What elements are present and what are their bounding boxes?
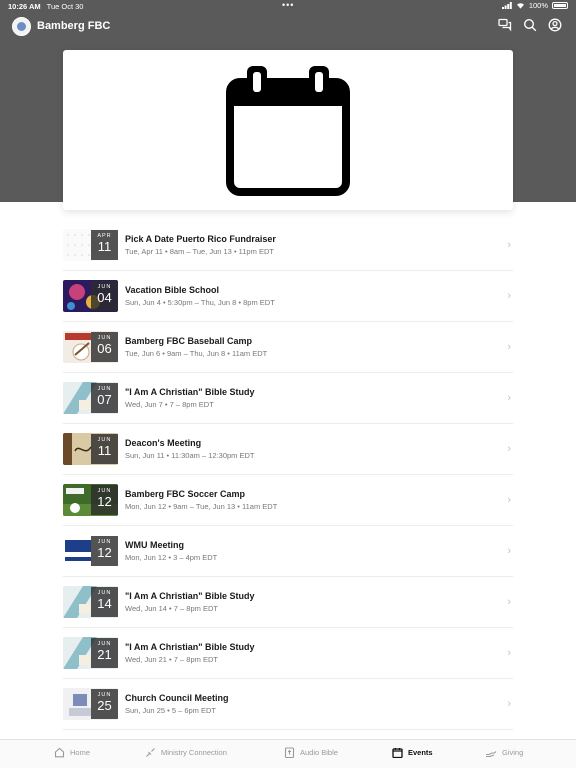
tab-giving[interactable]: Giving — [485, 747, 523, 758]
event-row[interactable]: JUN 21 "I Am A Christian" Bible Study Wed,… — [63, 628, 513, 679]
status-date: Tue Oct 30 — [46, 1, 84, 11]
tab-label: Giving — [502, 748, 524, 757]
tab-label: Events — [408, 748, 433, 757]
signal-icon — [501, 2, 512, 9]
giving-icon — [486, 751, 497, 758]
chat-icon[interactable] — [498, 18, 512, 32]
status-bar: 10:26 AM Tue Oct 30 ••• 100% — [0, 0, 576, 12]
event-row[interactable]: JUN 11 Deacon's Meeting Sun, Jun 11 • 11:3… — [63, 424, 513, 475]
event-title: "I Am A Christian" Bible Study — [125, 591, 255, 601]
tab-events[interactable]: Events — [392, 747, 433, 758]
event-time: Mon, Jun 12 • 9am – Tue, Jun 13 • 11am E… — [125, 502, 278, 511]
event-title: Pick A Date Puerto Rico Fundraiser — [125, 234, 276, 244]
bottom-tab-bar: Home Ministry Connection Audio Bible Eve… — [0, 739, 576, 768]
church-logo[interactable] — [12, 16, 31, 36]
date-badge: JUN 14 — [91, 587, 118, 617]
chevron-right-icon: › — [507, 239, 511, 251]
date-badge: JUN 06 — [91, 332, 118, 362]
top-nav: Bamberg FBC — [0, 14, 576, 38]
wifi-icon — [516, 3, 524, 9]
date-badge: JUN 11 — [91, 434, 118, 464]
app-title: Bamberg FBC — [37, 20, 111, 32]
event-thumbnail: JUN 04 — [63, 280, 118, 312]
event-thumbnail: JUN 25 — [63, 688, 118, 720]
tab-label: Audio Bible — [300, 748, 338, 757]
multitask-dots[interactable]: ••• — [282, 0, 294, 10]
tab-label: Home — [70, 748, 91, 757]
chevron-right-icon: › — [507, 596, 511, 608]
tab-home[interactable]: Home — [54, 747, 90, 758]
event-time: Tue, Jun 6 • 9am – Thu, Jun 8 • 11am EDT — [125, 349, 268, 358]
tab-audio-bible[interactable]: Audio Bible — [284, 747, 338, 758]
event-title: Vacation Bible School — [125, 285, 220, 295]
event-time: Mon, Jun 12 • 3 – 4pm EDT — [125, 553, 218, 562]
bible-icon — [284, 747, 295, 758]
date-badge: JUN 21 — [91, 638, 118, 668]
event-row[interactable]: JUN 04 Vacation Bible School Sun, Jun 4 • … — [63, 271, 513, 322]
event-thumbnail: JUN 07 — [63, 382, 118, 414]
event-thumbnail: JUN 11 — [63, 433, 118, 465]
events-list: APR 11 Pick A Date Puerto Rico Fundraiser… — [63, 220, 513, 730]
event-title: WMU Meeting — [125, 540, 184, 550]
event-time: Wed, Jun 21 • 7 – 8pm EDT — [125, 655, 218, 664]
event-thumbnail: JUN 21 — [63, 637, 118, 669]
event-title: Bamberg FBC Baseball Camp — [125, 336, 253, 346]
event-time: Wed, Jun 7 • 7 – 8pm EDT — [125, 400, 214, 409]
chevron-right-icon: › — [507, 545, 511, 557]
event-row[interactable]: JUN 14 "I Am A Christian" Bible Study Wed,… — [63, 577, 513, 628]
date-badge: JUN 25 — [91, 689, 118, 719]
event-time: Sun, Jun 4 • 5:30pm – Thu, Jun 8 • 8pm E… — [125, 298, 275, 307]
battery-percent: 100% — [528, 1, 548, 10]
chevron-right-icon: › — [507, 443, 511, 455]
event-thumbnail: JUN 14 — [63, 586, 118, 618]
status-time: 10:26 AM — [8, 1, 41, 11]
chevron-right-icon: › — [507, 392, 511, 404]
chevron-right-icon: › — [507, 290, 511, 302]
event-thumbnail: APR 11 — [63, 229, 118, 261]
event-row[interactable]: JUN 06 Bamberg FBC Baseball Camp Tue, Jun … — [63, 322, 513, 373]
event-time: Sun, Jun 25 • 5 – 6pm EDT — [125, 706, 217, 715]
date-badge: JUN 04 — [91, 281, 118, 311]
event-thumbnail: JUN 12 — [63, 484, 118, 516]
events-hero-card — [63, 50, 513, 210]
event-time: Tue, Apr 11 • 8am – Tue, Jun 13 • 11pm E… — [125, 247, 274, 256]
event-row[interactable]: JUN 12 WMU Meeting Mon, Jun 12 • 3 – 4pm E… — [63, 526, 513, 577]
event-thumbnail: JUN 06 — [63, 331, 118, 363]
profile-icon[interactable] — [548, 18, 562, 32]
chevron-right-icon: › — [507, 698, 511, 710]
calendar-icon — [392, 748, 403, 758]
chevron-right-icon: › — [507, 494, 511, 506]
chevron-right-icon: › — [507, 647, 511, 659]
event-row[interactable]: JUN 07 "I Am A Christian" Bible Study Wed,… — [63, 373, 513, 424]
calendar-icon — [226, 66, 350, 196]
event-time: Wed, Jun 14 • 7 – 8pm EDT — [125, 604, 218, 613]
chevron-right-icon: › — [507, 341, 511, 353]
connection-icon — [146, 748, 155, 757]
tab-ministry-connection[interactable]: Ministry Connection — [145, 747, 227, 758]
event-title: "I Am A Christian" Bible Study — [125, 387, 255, 397]
event-title: "I Am A Christian" Bible Study — [125, 642, 255, 652]
battery-icon — [552, 2, 568, 9]
event-row[interactable]: JUN 12 Bamberg FBC Soccer Camp Mon, Jun 12… — [63, 475, 513, 526]
event-title: Church Council Meeting — [125, 693, 229, 703]
search-icon[interactable] — [523, 18, 537, 32]
home-icon — [54, 747, 65, 758]
event-time: Sun, Jun 11 • 11:30am – 12:30pm EDT — [125, 451, 255, 460]
date-badge: APR 11 — [91, 230, 118, 260]
date-badge: JUN 12 — [91, 536, 118, 566]
date-badge: JUN 07 — [91, 383, 118, 413]
event-title: Deacon's Meeting — [125, 438, 202, 448]
date-badge: JUN 12 — [91, 485, 118, 515]
tab-label: Ministry Connection — [161, 748, 227, 757]
event-row[interactable]: JUN 25 Church Council Meeting Sun, Jun 25 … — [63, 679, 513, 730]
event-title: Bamberg FBC Soccer Camp — [125, 489, 246, 499]
event-thumbnail: JUN 12 — [63, 535, 118, 567]
event-row[interactable]: APR 11 Pick A Date Puerto Rico Fundraiser… — [63, 220, 513, 271]
